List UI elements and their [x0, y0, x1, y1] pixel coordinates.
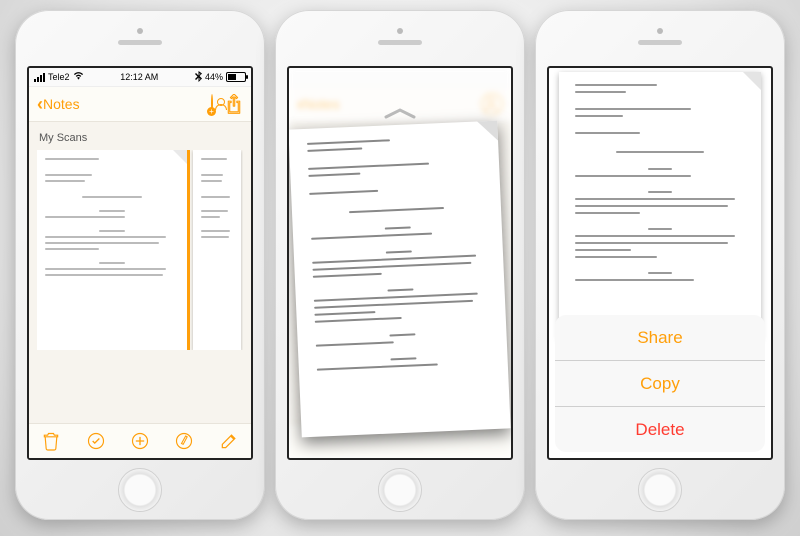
home-button[interactable] — [118, 468, 162, 512]
compose-button[interactable] — [219, 431, 239, 451]
action-delete-label: Delete — [635, 420, 684, 440]
carrier-label: Tele2 — [48, 72, 70, 82]
cellular-signal-icon — [34, 73, 45, 82]
share-button[interactable] — [225, 94, 243, 114]
attachment-title: My Scans — [39, 132, 243, 144]
action-delete[interactable]: Delete — [555, 406, 765, 452]
trash-button[interactable] — [41, 431, 61, 451]
notes-toolbar — [29, 423, 251, 458]
note-body: My Scans — [29, 122, 251, 458]
home-button[interactable] — [638, 468, 682, 512]
action-sheet: Share Copy Delete — [555, 315, 765, 452]
trash-icon — [41, 431, 61, 451]
scan-thumbnails — [37, 150, 243, 350]
markup-icon — [174, 431, 194, 451]
phone-notes-view: Tele2 12:12 AM 44% — [15, 10, 265, 520]
status-bar: Tele2 12:12 AM 44% — [29, 68, 251, 87]
action-copy-label: Copy — [640, 374, 680, 394]
checklist-button[interactable] — [86, 431, 106, 451]
scanned-document[interactable] — [559, 72, 761, 338]
scan-thumbnail-1[interactable] — [37, 150, 187, 350]
add-people-button[interactable]: + — [211, 95, 213, 113]
check-circle-icon — [86, 431, 106, 451]
battery-pct: 44% — [205, 72, 223, 82]
plus-circle-icon — [130, 431, 150, 451]
wifi-icon — [73, 71, 84, 83]
back-label: Notes — [43, 96, 80, 112]
home-button[interactable] — [378, 468, 422, 512]
phone-scan-preview: ‹Notes — [275, 10, 525, 520]
share-icon — [225, 94, 243, 114]
new-attachment-button[interactable] — [130, 431, 150, 451]
nav-bar: ‹ Notes + — [29, 87, 251, 122]
clock: 12:12 AM — [120, 72, 158, 82]
plus-badge-icon: + — [207, 107, 216, 116]
action-copy[interactable]: Copy — [555, 360, 765, 406]
action-share-label: Share — [637, 328, 682, 348]
scan-thumbnail-2[interactable] — [193, 150, 241, 350]
phone-action-sheet: Share Copy Delete — [535, 10, 785, 520]
markup-button[interactable] — [174, 431, 194, 451]
compose-icon — [219, 431, 239, 451]
back-button[interactable]: ‹ Notes — [37, 94, 80, 115]
battery-icon — [226, 72, 246, 82]
scanned-document[interactable] — [289, 120, 511, 437]
action-share[interactable]: Share — [555, 315, 765, 360]
bluetooth-icon — [195, 71, 202, 84]
